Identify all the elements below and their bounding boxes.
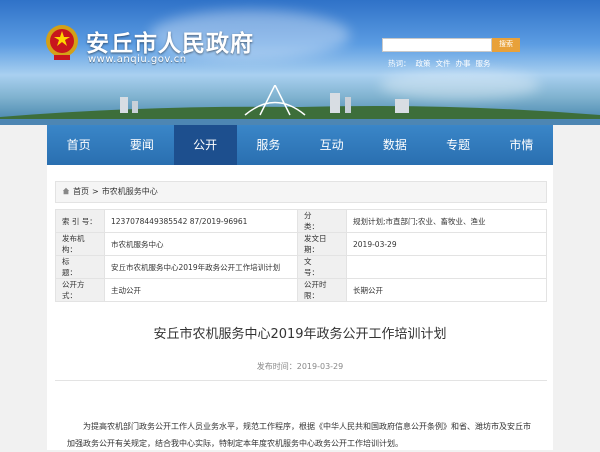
divider [55,380,547,381]
meta-value-date: 2019-03-29 [346,232,547,256]
meta-label: 标 题： [55,255,105,279]
document-meta-table: 索 引 号： 1237078449385542 87/2019-96961 分 … [55,209,547,302]
hotword-link[interactable]: 政策 [416,59,431,68]
header-banner: 安丘市人民政府 www.anqiu.gov.cn 搜索 热词： 政策 文件 办事 服务 [0,0,600,125]
meta-label: 分 类： [297,209,347,233]
breadcrumb: 首页 > 市农机服务中心 [55,181,547,203]
nav-item-interaction[interactable]: 互动 [300,125,363,165]
article-pubdate: 发布时间：2019-03-29 [256,362,344,371]
meta-value-method: 主动公开 [104,278,298,302]
meta-value-category: 规划计划;市直部门;农业、畜牧业、渔业 [346,209,547,233]
article-body: 为提高农机部门政务公开工作人员业务水平，规范工作程序，根据《中华人民共和国政府信… [67,422,531,448]
nav-item-news[interactable]: 要闻 [110,125,173,165]
search-button[interactable]: 搜索 [492,38,520,52]
meta-value-publisher: 市农机服务中心 [104,232,298,256]
meta-label: 索 引 号： [55,209,105,233]
nav-item-data[interactable]: 数据 [363,125,426,165]
content-panel: 首页 > 市农机服务中心 索 引 号： 1237078449385542 87/20… [47,165,553,450]
nav-item-topics[interactable]: 专题 [427,125,490,165]
home-icon [62,187,70,195]
nav-item-disclosure[interactable]: 公开 [173,125,237,165]
meta-label: 公开时限： [297,278,347,302]
main-nav: 首页 要闻 公开 服务 互动 数据 专题 市情 [47,125,553,165]
meta-label: 文 号： [297,255,347,279]
hotword-link[interactable]: 文件 [436,59,451,68]
meta-label: 公开方式： [55,278,105,302]
nav-item-services[interactable]: 服务 [237,125,300,165]
meta-label: 发文日期： [297,232,347,256]
hotwords-label: 热词： [388,59,411,68]
search-input[interactable] [382,38,492,52]
national-emblem-icon [46,25,78,60]
hotword-link[interactable]: 办事 [456,59,471,68]
article-title: 安丘市农机服务中心2019年政务公开工作培训计划 [153,327,447,342]
meta-value-index: 1237078449385542 87/2019-96961 [104,209,298,233]
nav-item-city-info[interactable]: 市情 [490,125,553,165]
hotwords: 热词： 政策 文件 办事 服务 [388,58,496,69]
meta-value-period: 长期公开 [346,278,547,302]
meta-label: 发布机构： [55,232,105,256]
meta-value-docno [346,255,547,279]
site-title: 安丘市人民政府 [86,31,254,57]
meta-value-title: 安丘市农机服务中心2019年政务公开工作培训计划 [104,255,298,279]
site-url: www.anqiu.gov.cn [88,54,187,65]
nav-item-home[interactable]: 首页 [47,125,110,165]
breadcrumb-home-link[interactable]: 首页 [73,187,89,196]
city-skyline-image [0,85,600,125]
hotword-link[interactable]: 服务 [476,59,491,68]
breadcrumb-separator: > [92,187,99,196]
breadcrumb-current[interactable]: 市农机服务中心 [102,187,158,196]
